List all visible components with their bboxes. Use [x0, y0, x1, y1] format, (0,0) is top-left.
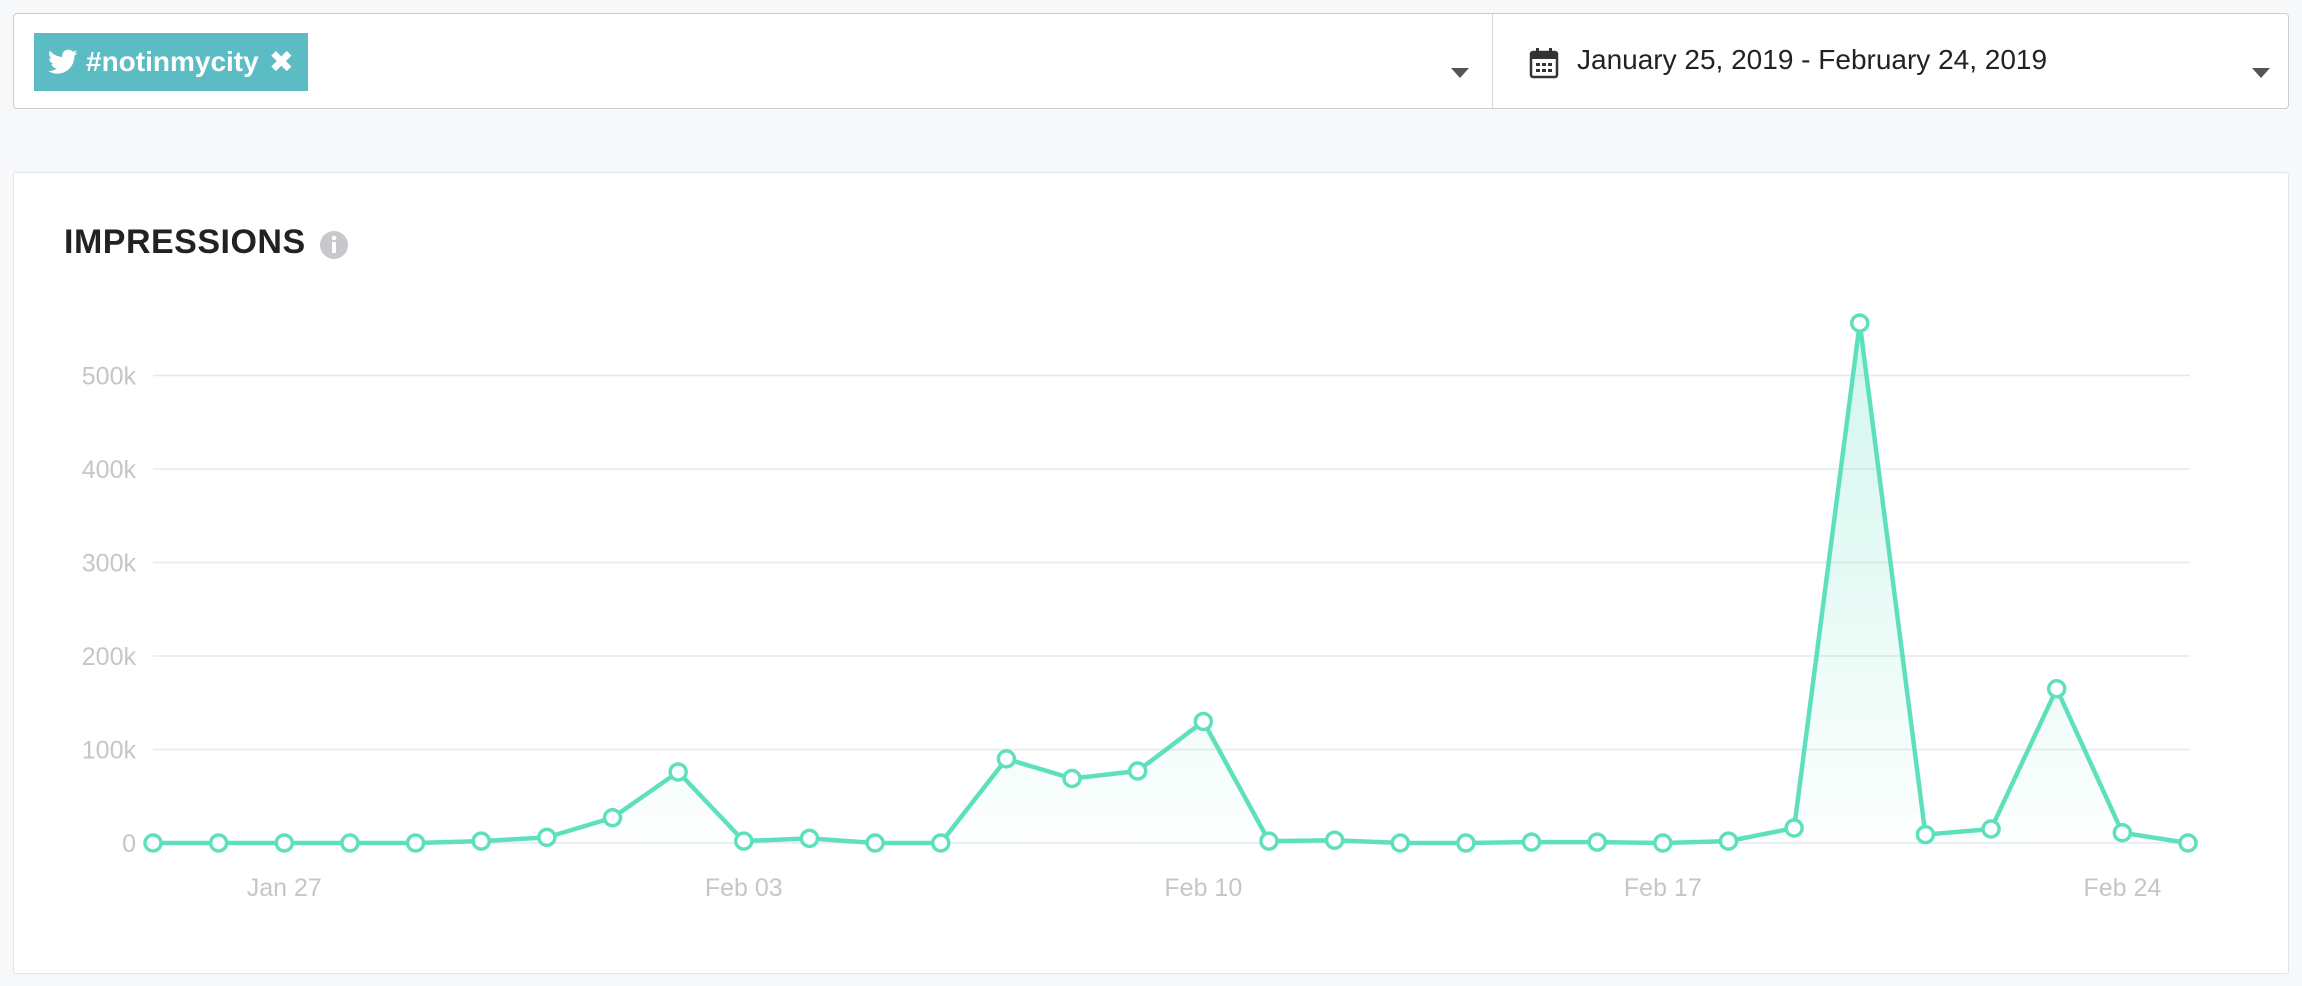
impressions-chart: 0 100k 200k 300k 400k 500k Jan 27 Feb 03 Feb 10 F…	[82, 313, 2198, 902]
data-point	[1259, 831, 1279, 851]
data-point	[734, 831, 754, 851]
data-point	[405, 833, 426, 853]
y-tick-label: 0	[122, 830, 136, 858]
data-point	[2112, 822, 2133, 843]
y-tick-label: 500k	[82, 363, 137, 391]
data-point	[1915, 824, 1936, 845]
data-point	[1653, 833, 1673, 853]
data-point	[1324, 830, 1345, 850]
data-point	[865, 833, 885, 853]
data-point	[2178, 833, 2198, 853]
x-tick-label: Feb 17	[1624, 874, 1702, 902]
data-point	[340, 833, 360, 853]
data-point	[1587, 832, 1607, 852]
y-tick-label: 400k	[82, 456, 137, 484]
data-point	[1718, 831, 1739, 851]
series-area	[153, 323, 2188, 843]
data-point	[1784, 818, 1804, 838]
data-point	[274, 833, 295, 853]
y-tick-label: 100k	[82, 737, 137, 765]
data-point	[1193, 711, 1214, 732]
x-tick-label: Jan 27	[247, 874, 322, 902]
data-point	[1456, 833, 1476, 853]
data-point	[1521, 832, 1542, 852]
data-point	[537, 827, 557, 848]
data-point	[143, 833, 163, 853]
x-tick-label: Feb 24	[2083, 874, 2161, 902]
data-point	[2046, 678, 2067, 699]
data-point	[996, 749, 1017, 769]
data-point	[1127, 761, 1148, 781]
data-point	[1981, 819, 2001, 839]
x-tick-label: Feb 03	[705, 874, 783, 902]
data-point	[1062, 768, 1082, 789]
x-tick-label: Feb 10	[1164, 874, 1242, 902]
data-point	[930, 833, 951, 853]
y-tick-label: 200k	[82, 643, 137, 671]
data-point	[1850, 313, 1870, 333]
y-tick-label: 300k	[82, 550, 137, 578]
data-point	[208, 833, 229, 853]
data-point	[1390, 833, 1411, 853]
data-point	[668, 762, 688, 782]
data-point	[602, 808, 623, 828]
data-point	[471, 831, 491, 851]
data-point	[799, 828, 820, 849]
